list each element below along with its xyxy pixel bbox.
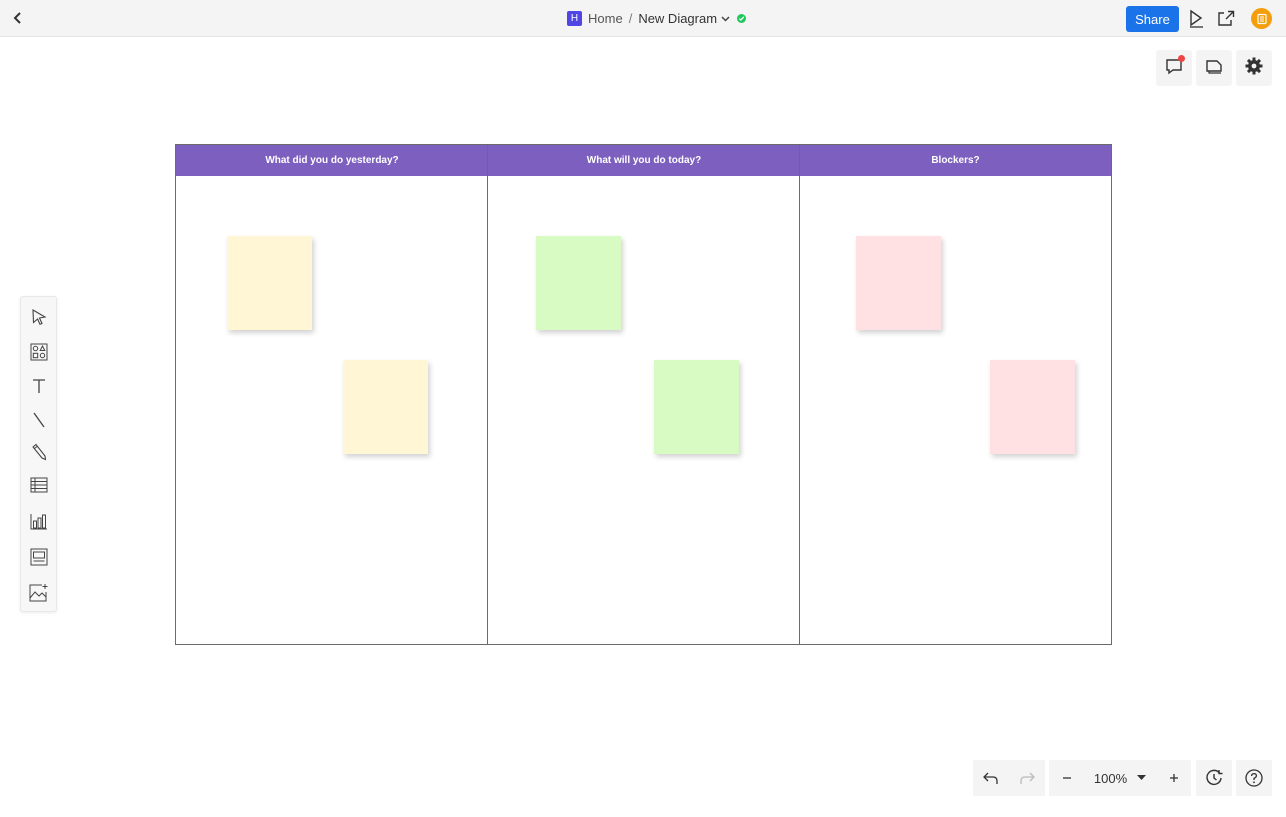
gear-icon — [1244, 56, 1264, 81]
comment-button[interactable] — [1156, 50, 1192, 86]
table-icon[interactable] — [27, 473, 51, 497]
column-today: What will you do today? — [487, 145, 800, 644]
history-group — [1196, 760, 1232, 796]
pen-icon[interactable] — [27, 440, 51, 464]
saved-check-icon — [737, 14, 747, 23]
redo-icon[interactable] — [1009, 760, 1045, 796]
zoom-out-icon[interactable] — [1049, 760, 1084, 796]
column-blockers: Blockers? — [799, 145, 1111, 644]
zoom-level: 100% — [1093, 770, 1128, 786]
breadcrumb-home-link[interactable]: Home — [588, 11, 623, 26]
sticky-note[interactable] — [990, 360, 1075, 454]
zoom-in-icon[interactable] — [1156, 760, 1191, 796]
undo-icon[interactable] — [973, 760, 1009, 796]
sticky-note[interactable] — [227, 236, 312, 330]
sticky-note[interactable] — [856, 236, 941, 330]
frame-icon[interactable] — [27, 545, 51, 569]
right-tools — [1156, 50, 1272, 86]
image-icon[interactable] — [27, 581, 51, 605]
undo-redo-group — [973, 760, 1045, 796]
line-icon[interactable] — [27, 408, 51, 432]
help-icon[interactable] — [1236, 760, 1272, 796]
standup-board: What did you do yesterday? What will you… — [175, 144, 1112, 645]
column-header[interactable]: Blockers? — [800, 145, 1111, 176]
export-icon[interactable] — [1215, 7, 1237, 29]
zoom-dropdown[interactable]: 100% — [1084, 760, 1156, 796]
avatar-icon[interactable] — [1251, 8, 1272, 29]
column-header[interactable]: What did you do yesterday? — [176, 145, 488, 176]
help-group — [1236, 760, 1272, 796]
column-yesterday: What did you do yesterday? — [176, 145, 488, 644]
breadcrumb: H Home / New Diagram — [567, 10, 747, 27]
left-toolbar — [20, 296, 57, 612]
top-bar: H Home / New Diagram Share — [0, 0, 1286, 37]
home-badge-icon: H — [567, 11, 582, 26]
text-icon[interactable] — [27, 374, 51, 398]
chart-icon[interactable] — [27, 509, 51, 533]
sticky-note[interactable] — [536, 236, 621, 330]
pages-button[interactable] — [1196, 50, 1232, 86]
zoom-controls: 100% — [1049, 760, 1191, 796]
share-button[interactable]: Share — [1126, 6, 1179, 32]
pages-icon — [1204, 56, 1224, 81]
back-arrow-icon[interactable] — [8, 8, 28, 28]
sticky-note[interactable] — [654, 360, 739, 454]
present-icon[interactable] — [1185, 7, 1207, 29]
shapes-icon[interactable] — [27, 340, 51, 364]
zoom-dropdown-icon — [1137, 775, 1147, 781]
settings-button[interactable] — [1236, 50, 1272, 86]
history-icon[interactable] — [1196, 760, 1232, 796]
diagram-title[interactable]: New Diagram — [638, 11, 717, 26]
select-pointer-icon[interactable] — [27, 305, 51, 329]
notification-dot — [1178, 55, 1185, 62]
column-header[interactable]: What will you do today? — [488, 145, 800, 176]
breadcrumb-separator: / — [628, 11, 633, 26]
chevron-down-icon[interactable] — [721, 15, 730, 22]
sticky-note[interactable] — [343, 360, 428, 454]
